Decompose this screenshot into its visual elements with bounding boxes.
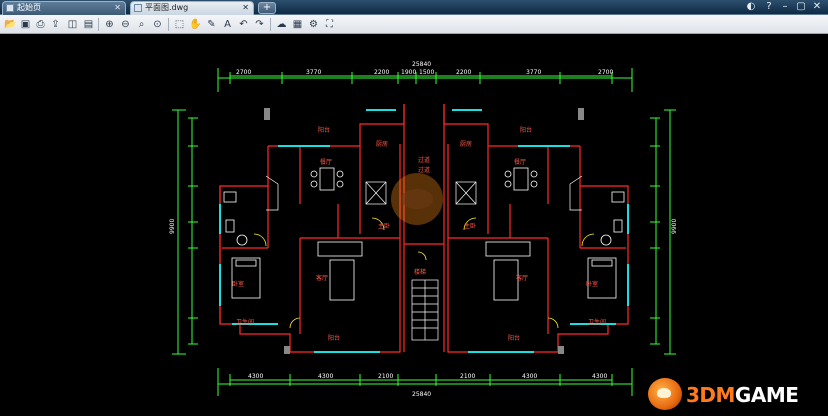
- label-hall-right: 过道: [418, 166, 430, 174]
- dim-bottom-1: 4300: [248, 373, 263, 380]
- tab-bar: 起始页 ✕ 平面图.dwg ✕ + ◐ ? – ▢ ✕: [0, 0, 828, 15]
- window-close-icon[interactable]: ✕: [810, 1, 824, 13]
- measure-icon[interactable]: ▤: [82, 18, 95, 31]
- help-icon[interactable]: ?: [762, 1, 776, 13]
- pan-icon[interactable]: ✋: [189, 18, 202, 31]
- label-hall-left: 过道: [418, 156, 430, 164]
- dim-bottom-3: 2100: [378, 373, 393, 380]
- label-kitchen-right: 厨房: [460, 140, 472, 148]
- minimize-icon[interactable]: –: [778, 1, 792, 13]
- label-balcony2-right: 阳台: [508, 334, 520, 342]
- new-tab-button[interactable]: +: [258, 2, 276, 14]
- label-master-left: 主卧: [378, 222, 390, 230]
- save-icon[interactable]: ▣: [19, 18, 32, 31]
- close-icon[interactable]: ✕: [242, 2, 249, 14]
- dim-bottom-2: 4300: [318, 373, 333, 380]
- print-icon[interactable]: ⎙: [34, 18, 47, 31]
- label-master-right: 主卧: [464, 222, 476, 230]
- label-balcony-left: 阳台: [318, 126, 330, 134]
- dim-top-3: 2200: [374, 69, 389, 76]
- tab-start[interactable]: 起始页 ✕: [2, 1, 126, 15]
- label-stairs: 楼梯: [414, 268, 426, 276]
- zoom-window-icon[interactable]: ⌕: [135, 18, 148, 31]
- label-dining-left: 餐厅: [320, 158, 332, 166]
- open-icon[interactable]: 📂: [4, 18, 17, 31]
- zoom-extent-icon[interactable]: ⊙: [151, 18, 164, 31]
- dim-top-1: 2700: [236, 69, 251, 76]
- dim-top-7: 3770: [526, 69, 541, 76]
- home-icon: [6, 4, 14, 12]
- label-bedroom-right: 卧室: [586, 280, 598, 288]
- label-bath-left: 卫生间: [236, 318, 254, 326]
- overall-top-dim: 25840: [412, 61, 431, 68]
- settings-icon[interactable]: ⚙: [307, 18, 320, 31]
- text-icon[interactable]: A: [221, 18, 234, 31]
- cloud-icon[interactable]: ☁: [275, 18, 288, 31]
- dim-right: 9900: [671, 219, 678, 234]
- zoom-in-icon[interactable]: ⊕: [103, 18, 116, 31]
- maximize-icon[interactable]: ▢: [794, 1, 808, 13]
- tab-drawing-label: 平面图.dwg: [145, 3, 189, 12]
- layers-icon[interactable]: ◫: [66, 18, 79, 31]
- skin-icon[interactable]: ◐: [744, 1, 758, 13]
- dim-bottom-5: 4300: [522, 373, 537, 380]
- label-dining-right: 餐厅: [514, 158, 526, 166]
- pencil-icon[interactable]: ✎: [205, 18, 218, 31]
- undo-icon[interactable]: ↶: [237, 18, 250, 31]
- label-kitchen-left: 厨房: [376, 140, 388, 148]
- dim-left: 9900: [169, 219, 176, 234]
- toolbar: 📂 ▣ ⎙ ⇪ ◫ ▤ ⊕ ⊖ ⌕ ⊙ ⬚ ✋ ✎ A ↶ ↷ ☁ ▦ ⚙ ⛶: [0, 15, 828, 34]
- close-icon[interactable]: ✕: [114, 2, 121, 14]
- redo-icon[interactable]: ↷: [253, 18, 266, 31]
- drawing-canvas[interactable]: 2700 3770 2200 1900 1500 2200 3770 2700 …: [0, 34, 828, 416]
- zoom-out-icon[interactable]: ⊖: [119, 18, 132, 31]
- layout-icon[interactable]: ▦: [291, 18, 304, 31]
- label-balcony2-left: 阳台: [328, 334, 340, 342]
- dim-top-4: 1900: [401, 69, 416, 76]
- fullscreen-icon[interactable]: ⛶: [323, 18, 336, 31]
- label-bedroom-left: 卧室: [232, 280, 244, 288]
- dim-top-5: 1500: [419, 69, 434, 76]
- watermark-suffix: GAME: [734, 383, 799, 407]
- dim-top-6: 2200: [456, 69, 471, 76]
- dim-bottom-6: 4300: [592, 373, 607, 380]
- label-living-left: 客厅: [316, 274, 328, 282]
- overall-bottom-dim: 25840: [412, 391, 431, 398]
- export-icon[interactable]: ⇪: [49, 18, 62, 31]
- label-living-right: 客厅: [516, 274, 528, 282]
- tab-start-label: 起始页: [17, 3, 41, 12]
- dim-top-2: 3770: [306, 69, 321, 76]
- select-icon[interactable]: ⬚: [173, 18, 186, 31]
- dim-top-8: 2700: [598, 69, 613, 76]
- label-bath-right: 卫生间: [588, 318, 606, 326]
- watermark-logo-icon: [648, 378, 682, 410]
- watermark-prefix: 3DM: [686, 383, 735, 407]
- floor-plan: 2700 3770 2200 1900 1500 2200 3770 2700 …: [169, 61, 678, 398]
- tab-drawing[interactable]: 平面图.dwg ✕: [130, 1, 254, 15]
- dim-bottom-4: 2100: [460, 373, 475, 380]
- label-balcony-right: 阳台: [520, 126, 532, 134]
- file-icon: [134, 4, 142, 12]
